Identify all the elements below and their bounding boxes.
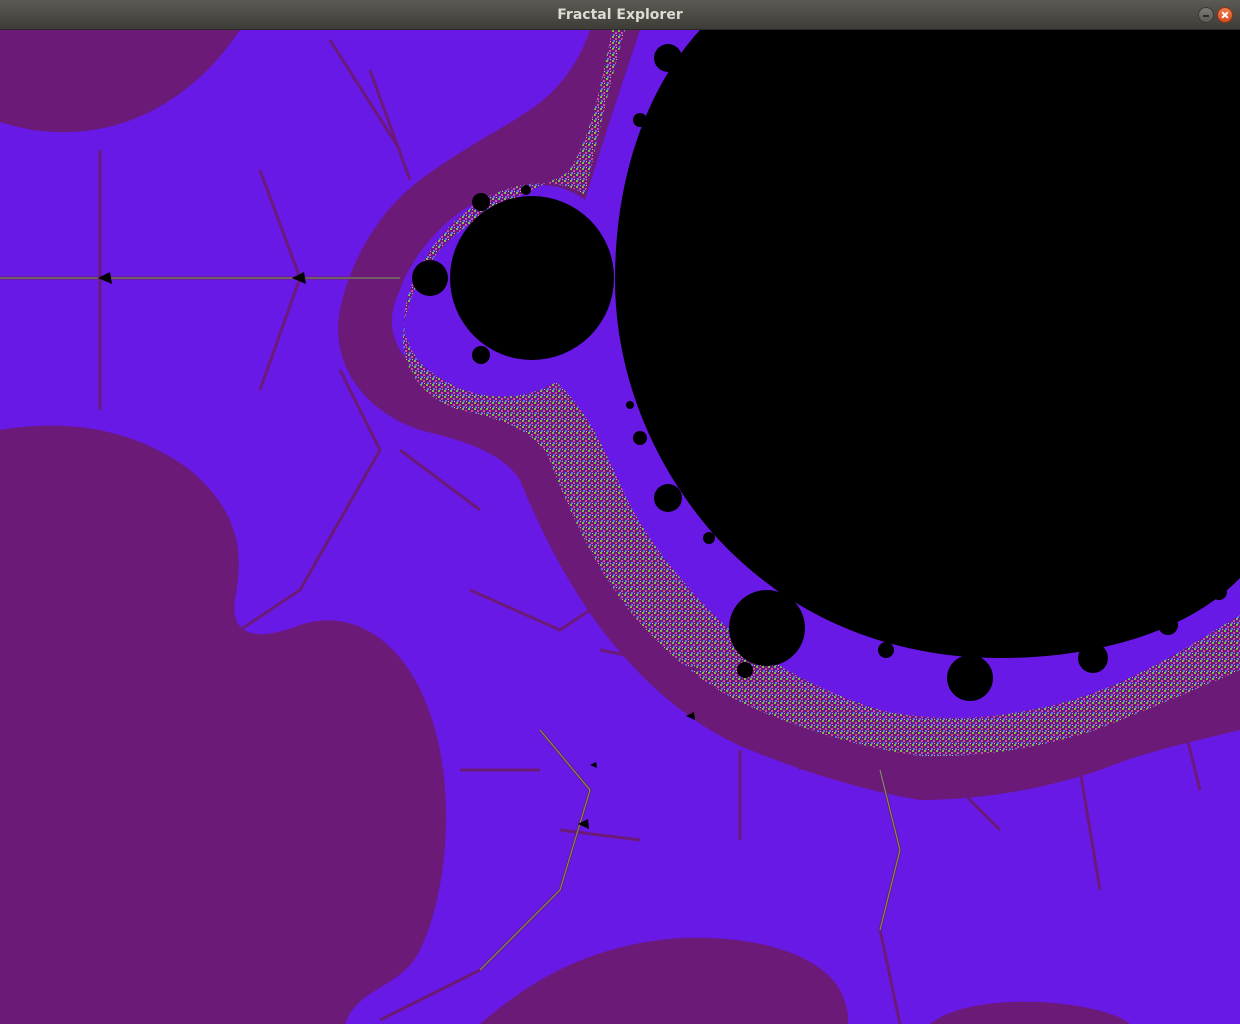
minimize-button[interactable] <box>1198 7 1214 23</box>
fractal-canvas[interactable] <box>0 30 1240 1024</box>
close-button[interactable] <box>1217 7 1233 23</box>
window-title: Fractal Explorer <box>557 7 683 23</box>
app-window: Fractal Explorer <box>0 0 1240 1024</box>
main-cardioid <box>615 30 1240 658</box>
period-bulb-large <box>450 196 614 360</box>
fractal-render <box>0 30 1240 1024</box>
title-bar[interactable]: Fractal Explorer <box>0 0 1240 30</box>
plum-region-bottom-center <box>480 937 849 1024</box>
plum-region-bottom-left <box>0 425 447 1024</box>
plum-region-top-left <box>0 30 240 133</box>
plum-region-bottom-right <box>930 1001 1130 1024</box>
period-bulb-lower <box>729 590 805 666</box>
